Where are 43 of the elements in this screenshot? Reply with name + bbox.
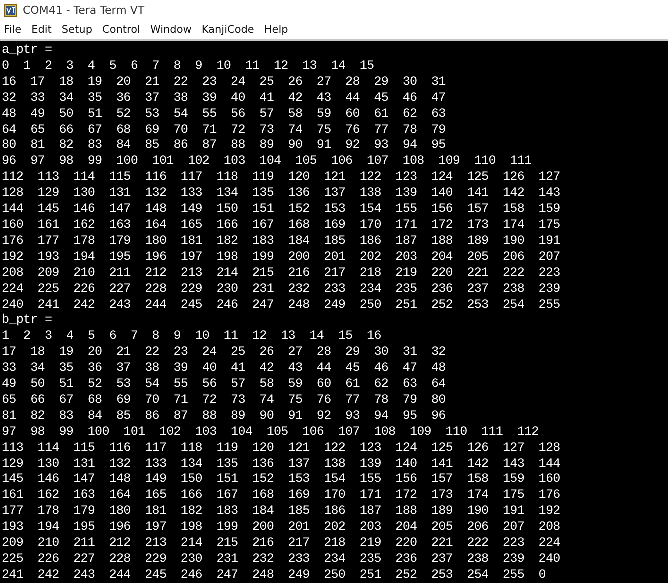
menu-item[interactable]: Setup <box>62 24 92 36</box>
terminal-line: 144 145 146 147 148 149 150 151 152 153 154 155 156 157 158 159 <box>2 202 560 218</box>
terminal-line: 17 18 19 20 21 22 23 24 25 26 27 28 29 30 31 32 <box>2 345 446 362</box>
terminal-line: 16 17 18 19 20 21 22 23 24 25 26 27 28 29 30 31 <box>2 74 446 91</box>
terminal-line: 161 162 163 164 165 166 167 168 169 170 171 172 173 174 175 176 <box>2 488 560 504</box>
terminal-line: 177 178 179 180 181 182 183 184 185 186 187 188 189 190 191 192 <box>2 504 560 520</box>
menu-item[interactable]: Control <box>102 24 140 36</box>
terminal-line: 160 161 162 163 164 165 166 167 168 169 170 171 172 173 174 175 <box>2 218 560 234</box>
terminal-line: b_ptr = <box>2 313 52 330</box>
terminal-line: 64 65 66 67 68 69 70 71 72 73 74 75 76 77 78 79 <box>2 122 446 138</box>
terminal-line: a_ptr = <box>2 43 52 59</box>
terminal-line: 32 33 34 35 36 37 38 39 40 41 42 43 44 45 46 47 <box>2 90 446 107</box>
terminal-line: 80 81 82 83 84 85 86 87 88 89 90 91 92 93 94 95 <box>2 138 446 154</box>
window-title: COM41 - Tera Term VT <box>23 4 145 16</box>
terminal-line: 81 82 83 84 85 86 87 88 89 90 91 92 93 94 95 96 <box>2 408 446 425</box>
terminal-line: 193 194 195 196 197 198 199 200 201 202 203 204 205 206 207 208 <box>2 520 560 536</box>
terminal-line: 224 225 226 227 228 229 230 231 232 233 234 235 236 237 238 239 <box>2 282 560 298</box>
terminal-line: 112 113 114 115 116 117 118 119 120 121 122 123 124 125 126 127 <box>2 170 560 186</box>
terminal-line: 241 242 243 244 245 246 247 248 249 250 251 252 253 254 255 0 <box>2 568 546 583</box>
terminal-line: 176 177 178 179 180 181 182 183 184 185 186 187 188 189 190 191 <box>2 234 560 250</box>
terminal-line: 97 98 99 100 101 102 103 104 105 106 107 108 109 110 111 112 <box>2 424 539 441</box>
menu-item[interactable]: Edit <box>32 24 52 36</box>
terminal-line: 113 114 115 116 117 118 119 120 121 122 123 124 125 126 127 128 <box>2 440 560 457</box>
terminal-line: 0 1 2 3 4 5 6 7 8 9 10 11 12 13 14 15 <box>2 58 374 75</box>
terminal-line: 209 210 211 212 213 214 215 216 217 218 219 220 221 222 223 224 <box>2 536 560 552</box>
terminal-line: 225 226 227 228 229 230 231 232 233 234 235 236 237 238 239 240 <box>2 552 560 568</box>
menu-item[interactable]: File <box>4 24 22 36</box>
terminal-line: 49 50 51 52 53 54 55 56 57 58 59 60 61 62 63 64 <box>2 377 446 393</box>
terminal-line: 33 34 35 36 37 38 39 40 41 42 43 44 45 46 47 48 <box>2 361 446 378</box>
terminal-line: 208 209 210 211 212 213 214 215 216 217 218 219 220 221 222 223 <box>2 266 560 282</box>
terminal-line: 129 130 131 132 133 134 135 136 137 138 139 140 141 142 143 144 <box>2 456 560 472</box>
menu-item[interactable]: Window <box>150 24 192 36</box>
terminal-line: 128 129 130 131 132 133 134 135 136 137 138 139 140 141 142 143 <box>2 186 560 202</box>
terminal-line: 48 49 50 51 52 53 54 55 56 57 58 59 60 61 62 63 <box>2 106 446 123</box>
menu-item[interactable]: Help <box>264 24 288 36</box>
terminal-line: 192 193 194 195 196 197 198 199 200 201 202 203 204 205 206 207 <box>2 250 560 266</box>
terminal-line: 240 241 242 243 244 245 246 247 248 249 250 251 252 253 254 255 <box>2 298 560 314</box>
app-logo-icon <box>4 4 17 16</box>
menu-item[interactable]: KanjiCode <box>202 24 254 36</box>
terminal-line: 65 66 67 68 69 70 71 72 73 74 75 76 77 78 79 80 <box>2 392 446 409</box>
terminal-line: 145 146 147 148 149 150 151 152 153 154 155 156 157 158 159 160 <box>2 472 560 488</box>
terminal-line: 1 2 3 4 5 6 7 8 9 10 11 12 13 14 15 16 <box>2 329 382 346</box>
terminal-line: 96 97 98 99 100 101 102 103 104 105 106 107 108 109 110 111 <box>2 154 532 170</box>
